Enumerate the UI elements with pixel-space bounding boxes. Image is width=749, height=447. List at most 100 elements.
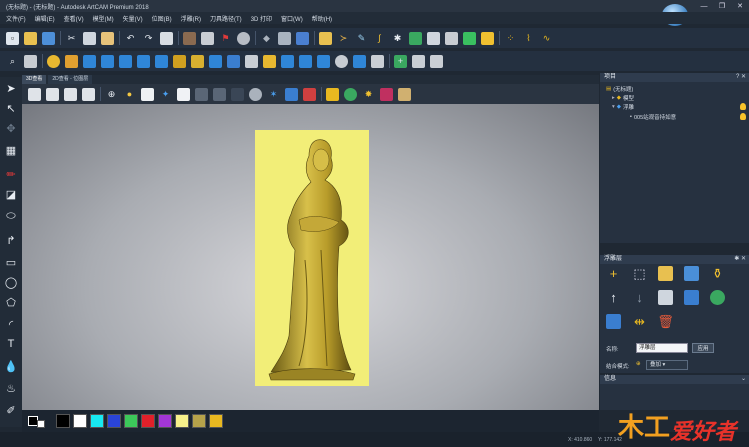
arc-tool-icon[interactable]: ◜ bbox=[3, 317, 19, 331]
blue-plane-icon[interactable] bbox=[227, 54, 240, 68]
notes-icon[interactable] bbox=[160, 31, 173, 45]
palette-swatch-olive[interactable] bbox=[192, 414, 206, 428]
dark-plane-icon[interactable] bbox=[213, 87, 226, 101]
blue-plane-icon[interactable] bbox=[299, 54, 312, 68]
split-layer-icon[interactable]: ⇹ bbox=[632, 314, 647, 329]
spray-tool-icon[interactable]: ♨ bbox=[3, 381, 19, 395]
menu-file[interactable]: 文件(F) bbox=[6, 14, 26, 23]
sphere-icon[interactable] bbox=[335, 54, 348, 68]
menu-edit[interactable]: 编辑(E) bbox=[35, 14, 55, 23]
path-icon[interactable]: ⌇ bbox=[522, 32, 535, 45]
gold-layer-icon[interactable] bbox=[263, 54, 276, 68]
visibility-bulb-icon[interactable] bbox=[740, 113, 746, 120]
paste-icon[interactable] bbox=[101, 31, 114, 45]
pencil-icon[interactable]: ✎ bbox=[355, 32, 368, 45]
panel-pin-icon[interactable]: ✱ ✕ bbox=[734, 255, 746, 264]
red-layer-icon[interactable] bbox=[303, 87, 316, 101]
paint-tool-icon[interactable]: ✏ bbox=[3, 167, 19, 181]
checker-icon[interactable] bbox=[177, 87, 190, 101]
open-folder-icon[interactable] bbox=[24, 31, 37, 45]
grid-tool-icon[interactable]: ▦ bbox=[3, 143, 19, 157]
menu-vector[interactable]: 矢量(V) bbox=[123, 14, 143, 23]
extrude-icon[interactable] bbox=[463, 31, 476, 45]
cube-view-icon[interactable] bbox=[46, 87, 59, 101]
zoom-icon[interactable]: ⌕ bbox=[6, 55, 19, 68]
collapse-icon[interactable]: ▾ bbox=[612, 104, 615, 110]
image-icon[interactable] bbox=[445, 31, 458, 45]
bend-icon[interactable]: ≻ bbox=[337, 32, 350, 45]
palette-swatch-black[interactable] bbox=[56, 414, 70, 428]
delete-layer-icon[interactable]: 🗑 bbox=[657, 314, 674, 329]
move-down-icon[interactable]: ↓ bbox=[632, 290, 647, 305]
transform-icon[interactable]: ✥ bbox=[3, 121, 19, 135]
expand-icon[interactable]: ▸ bbox=[612, 95, 615, 101]
panel-pin-icon[interactable]: ? ✕ bbox=[736, 73, 746, 82]
relief-ball-icon[interactable] bbox=[47, 54, 60, 68]
nodes-icon[interactable]: ⁘ bbox=[504, 32, 517, 45]
menu-model[interactable]: 模型(M) bbox=[93, 14, 114, 23]
duplicate-layer-icon[interactable] bbox=[658, 290, 673, 305]
tab-3d-view[interactable]: 3D查看 bbox=[22, 75, 47, 84]
blend-mode-select[interactable]: 叠加 ▾ bbox=[646, 360, 688, 370]
tree-root[interactable]: ▤ (无标题) bbox=[606, 85, 633, 93]
palette-swatch-gold[interactable] bbox=[209, 414, 223, 428]
redo-icon[interactable]: ↷ bbox=[142, 32, 155, 45]
circle-tool-icon[interactable]: ◯ bbox=[3, 275, 19, 289]
green-layer-icon[interactable] bbox=[710, 290, 725, 305]
palette-swatch-red[interactable] bbox=[141, 414, 155, 428]
gold-star-icon[interactable]: ✸ bbox=[362, 88, 375, 101]
zoom-fit-icon[interactable]: ⊕ bbox=[105, 88, 118, 101]
dark-plane-icon[interactable] bbox=[231, 87, 244, 101]
green-ball-icon[interactable] bbox=[344, 87, 357, 101]
select-tool-icon[interactable]: ➤ bbox=[3, 81, 19, 95]
palette-swatch-light-yellow[interactable] bbox=[175, 414, 189, 428]
blue-plane-icon[interactable] bbox=[155, 54, 168, 68]
shape-icon[interactable] bbox=[481, 31, 494, 45]
layer-stack-icon[interactable] bbox=[285, 87, 298, 101]
blue-plane-icon[interactable] bbox=[317, 54, 330, 68]
dark-plane-icon[interactable] bbox=[195, 87, 208, 101]
secondary-color-swatch[interactable] bbox=[37, 420, 45, 428]
tree-item-relief[interactable]: ▾ ◆ 浮雕 bbox=[612, 103, 634, 111]
blue-plane-icon[interactable] bbox=[209, 54, 222, 68]
copy-icon[interactable] bbox=[83, 31, 96, 45]
add-layer-icon[interactable]: + bbox=[394, 54, 407, 68]
curve-icon[interactable]: ∫ bbox=[373, 32, 386, 45]
blue-plane-icon[interactable] bbox=[119, 54, 132, 68]
close-button[interactable]: ✕ bbox=[731, 0, 749, 12]
polyline-tool-icon[interactable]: ↱ bbox=[3, 233, 19, 247]
layers-icon[interactable] bbox=[245, 54, 258, 68]
text-tool-icon[interactable]: T bbox=[3, 337, 19, 351]
crop-icon[interactable] bbox=[201, 31, 214, 45]
array-icon[interactable] bbox=[409, 31, 422, 45]
blue-plane-icon[interactable] bbox=[83, 54, 96, 68]
palette-swatch-blue[interactable] bbox=[107, 414, 121, 428]
blue-plane-icon[interactable] bbox=[281, 54, 294, 68]
paint-layer-icon[interactable]: ⚱ bbox=[710, 266, 725, 281]
model-size-icon[interactable] bbox=[183, 31, 196, 45]
cube-view-icon[interactable] bbox=[82, 87, 95, 101]
menu-view[interactable]: 查看(V) bbox=[64, 14, 84, 23]
rainbow-layer-icon[interactable] bbox=[380, 87, 393, 101]
cut-icon[interactable]: ✂ bbox=[65, 32, 78, 45]
undo-icon[interactable]: ↶ bbox=[124, 32, 137, 45]
apply-button[interactable]: 应用 bbox=[692, 343, 714, 353]
layers-icon[interactable] bbox=[371, 54, 384, 68]
tab-2d-view[interactable]: 2D查看 - 位图层 bbox=[48, 75, 93, 84]
plane-icon[interactable] bbox=[141, 87, 154, 101]
brush-tool-icon[interactable]: ✐ bbox=[3, 403, 19, 417]
palette-swatch-green[interactable] bbox=[124, 414, 138, 428]
grid-icon[interactable] bbox=[24, 54, 37, 68]
menu-relief[interactable]: 浮雕(R) bbox=[181, 14, 201, 23]
menu-bitmap[interactable]: 位图(B) bbox=[152, 14, 172, 23]
light-bulb-icon[interactable]: ● bbox=[123, 88, 136, 101]
star-icon[interactable]: ✱ bbox=[391, 32, 404, 45]
menu-window[interactable]: 窗口(W) bbox=[281, 14, 303, 23]
collapse-icon[interactable]: ⌄ bbox=[741, 375, 746, 384]
palette-swatch-cyan[interactable] bbox=[90, 414, 104, 428]
wave-icon[interactable]: ∿ bbox=[540, 32, 553, 45]
fill-tool-icon[interactable]: ⬭ bbox=[3, 209, 19, 223]
layer-list-icon[interactable] bbox=[430, 54, 443, 68]
texture-icon[interactable] bbox=[398, 87, 411, 101]
erase-icon[interactable] bbox=[278, 31, 291, 45]
